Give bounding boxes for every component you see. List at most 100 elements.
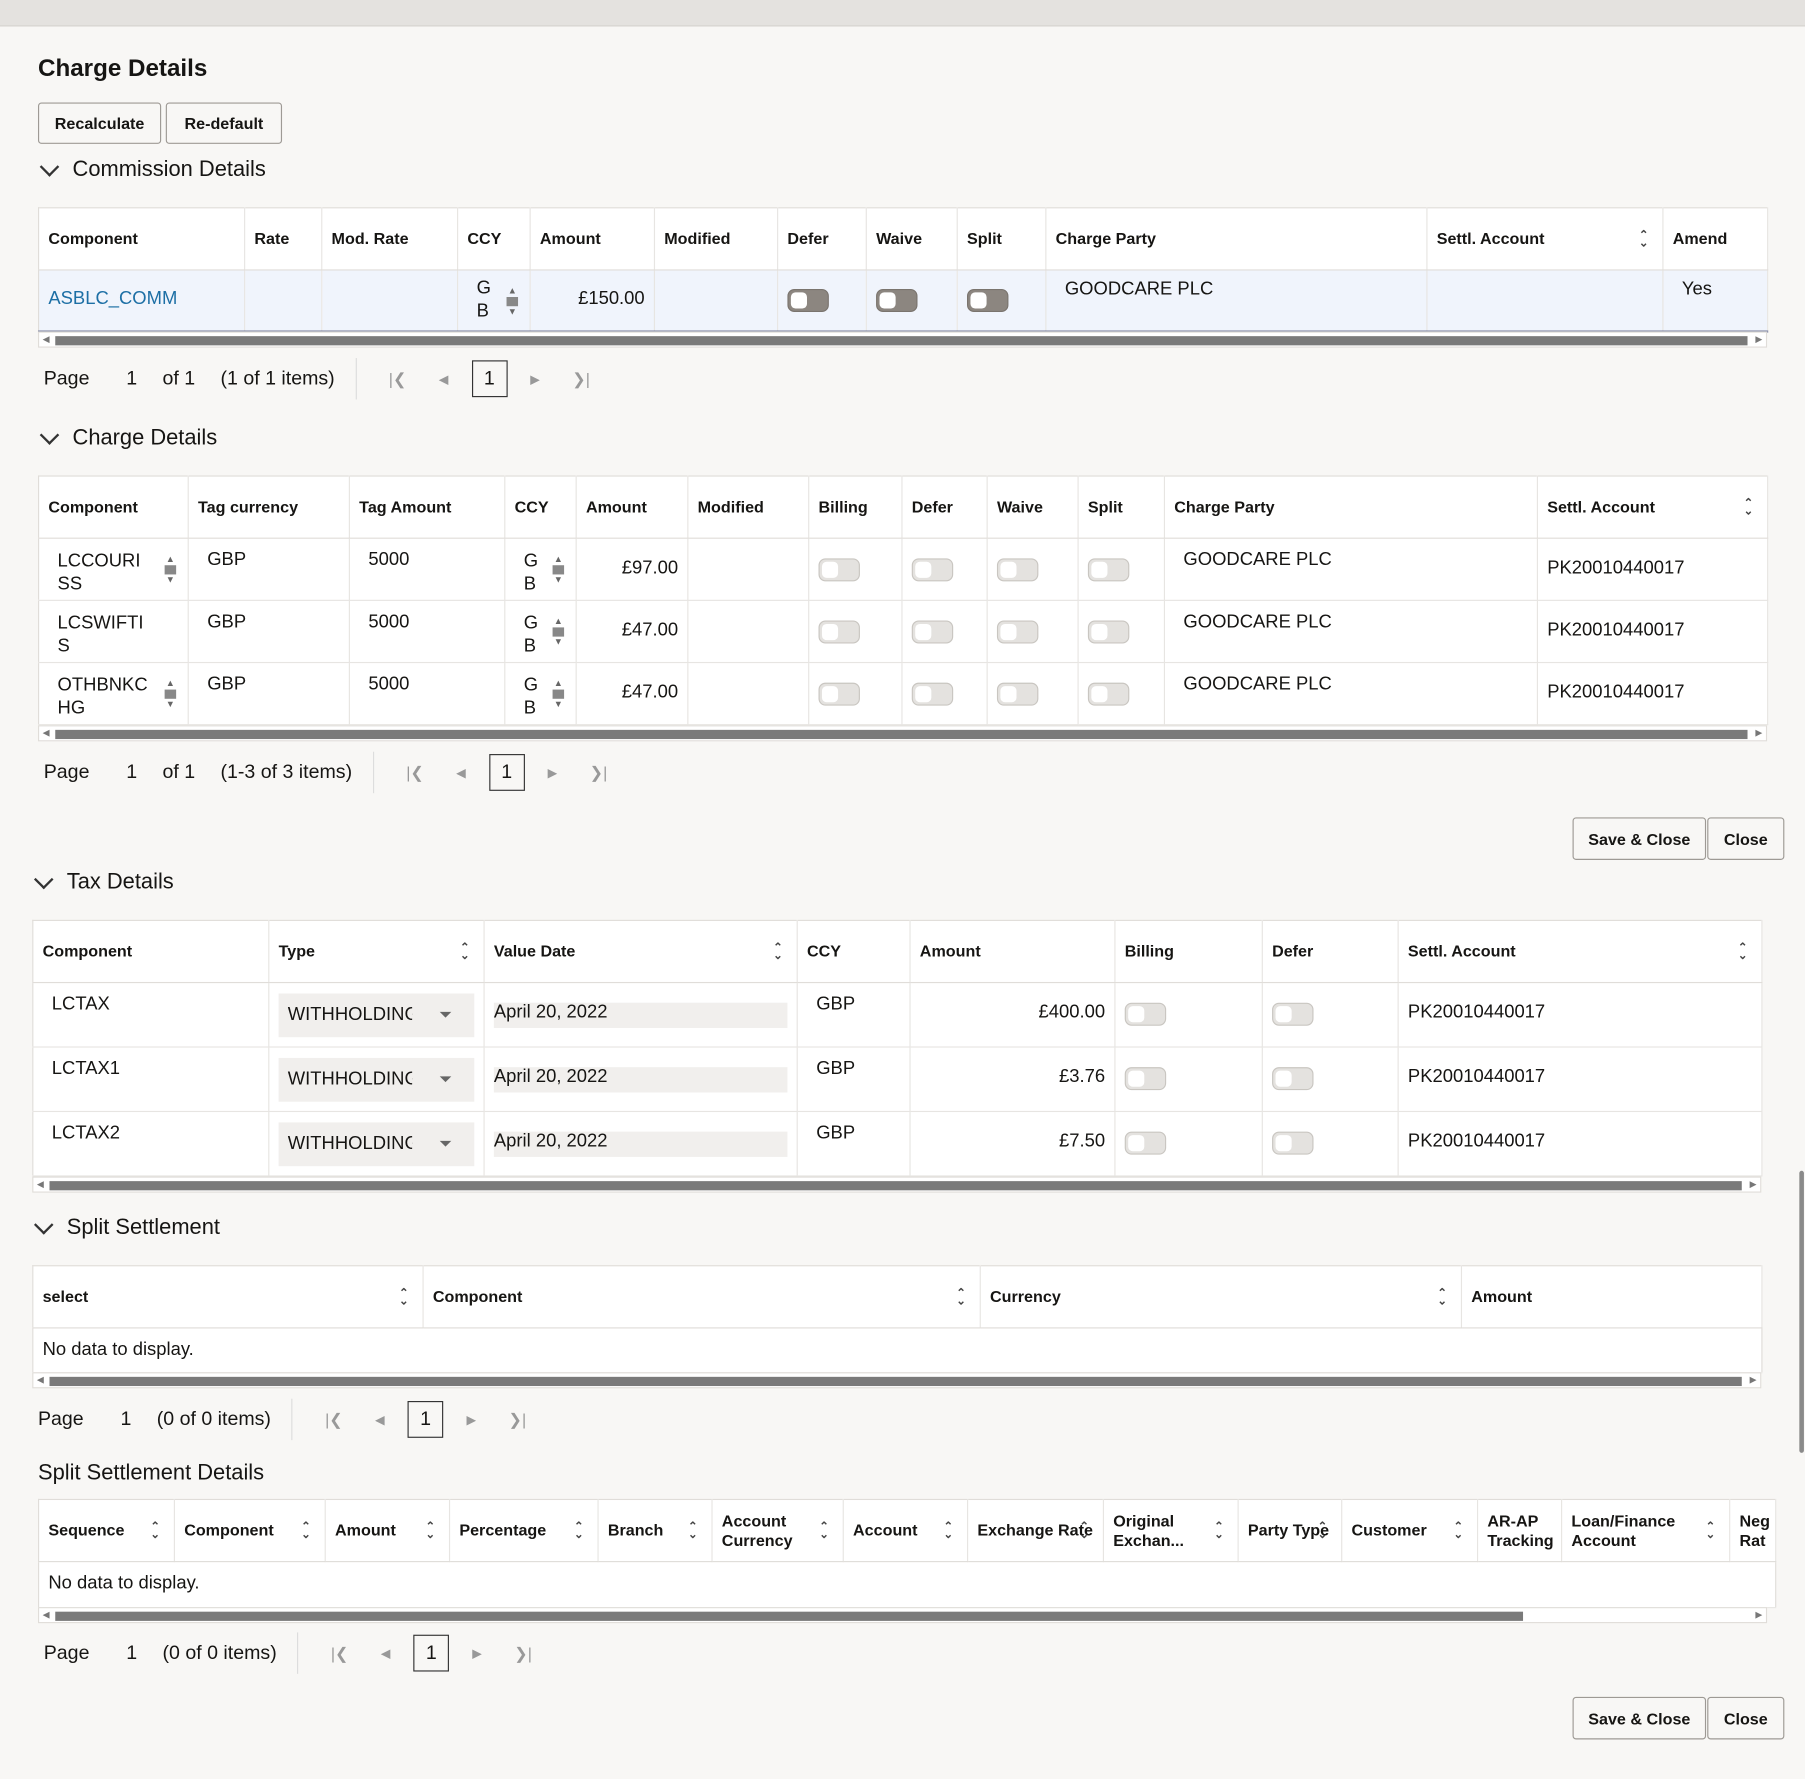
sort-icon[interactable]: ⌃ ⌄ <box>956 1287 966 1307</box>
billing-cell[interactable] <box>808 538 903 601</box>
value-date-cell[interactable]: April 20, 2022 <box>484 982 798 1048</box>
sort-icon[interactable]: ⌃ ⌄ <box>460 942 470 962</box>
scrollbar-thumb[interactable] <box>55 729 1748 740</box>
column-header[interactable]: Party Type ⌃ ⌄ <box>1238 1499 1343 1563</box>
toggle-switch[interactable] <box>996 682 1039 706</box>
type-cell[interactable]: WITHHOLDING <box>268 1111 485 1177</box>
next-page-button[interactable]: ▶ <box>466 1412 476 1427</box>
save-close-button-bottom[interactable]: Save & Close <box>1572 1696 1707 1740</box>
charge-section-toggle[interactable]: Charge Details <box>38 425 217 451</box>
defer-cell[interactable] <box>1262 982 1399 1048</box>
column-header[interactable]: Sequence ⌃ ⌄ <box>38 1499 175 1563</box>
first-page-button[interactable]: |❮ <box>325 1410 343 1430</box>
type-select[interactable]: WITHHOLDING <box>278 1122 475 1167</box>
value-date-field[interactable]: April 20, 2022 <box>493 1067 788 1093</box>
toggle-switch[interactable] <box>1272 1067 1314 1091</box>
spinner-icon[interactable]: ▲ ▼ <box>552 554 565 585</box>
spinner-icon[interactable]: ▲ ▼ <box>506 286 519 317</box>
scrollbar-thumb[interactable] <box>49 1376 1742 1387</box>
spinner-icon[interactable]: ▲ ▼ <box>552 679 565 709</box>
value-date-field[interactable]: April 20, 2022 <box>493 1131 788 1157</box>
billing-cell[interactable] <box>808 662 903 726</box>
horizontal-scrollbar[interactable]: ◀ ▶ <box>37 725 1768 742</box>
waive-cell[interactable] <box>987 662 1079 726</box>
last-page-button[interactable]: ❯| <box>514 1643 532 1663</box>
sort-icon[interactable]: ⌃ ⌄ <box>944 1521 954 1541</box>
column-header[interactable]: Currency ⌃ ⌄ <box>980 1265 1463 1329</box>
commission-section-toggle[interactable]: Commission Details <box>38 157 266 183</box>
billing-cell[interactable] <box>808 600 903 664</box>
sort-icon[interactable]: ⌃ ⌄ <box>773 942 783 962</box>
scroll-right-icon[interactable]: ▶ <box>1750 1179 1757 1189</box>
type-select[interactable]: WITHHOLDING <box>278 1057 475 1102</box>
toggle-switch[interactable] <box>818 558 860 582</box>
billing-cell[interactable] <box>1114 1111 1263 1177</box>
toggle-switch[interactable] <box>996 620 1039 644</box>
toggle-switch[interactable] <box>1087 558 1130 582</box>
billing-cell[interactable] <box>1114 1047 1263 1113</box>
type-cell[interactable]: WITHHOLDING <box>268 982 485 1048</box>
column-header[interactable]: Loan/Finance Account ⌃ ⌄ <box>1561 1499 1731 1563</box>
scroll-right-icon[interactable]: ▶ <box>1750 1375 1757 1385</box>
component-cell-value[interactable]: ASBLC_COMM <box>48 289 177 309</box>
horizontal-scrollbar[interactable]: ◀ ▶ <box>32 1372 1762 1389</box>
scroll-left-icon[interactable]: ◀ <box>43 728 50 738</box>
horizontal-scrollbar[interactable]: ◀ ▶ <box>37 1607 1768 1624</box>
prev-page-button[interactable]: ◀ <box>381 1646 391 1661</box>
scroll-left-icon[interactable]: ◀ <box>43 334 50 344</box>
sort-icon[interactable]: ⌃ ⌄ <box>688 1521 698 1541</box>
prev-page-button[interactable]: ◀ <box>375 1412 385 1427</box>
last-page-button[interactable]: ❯| <box>590 763 608 783</box>
current-page-button[interactable]: 1 <box>407 1401 444 1438</box>
first-page-button[interactable]: |❮ <box>331 1643 349 1663</box>
page-scrollbar[interactable] <box>1799 1170 1804 1453</box>
sort-icon[interactable]: ⌃ ⌄ <box>574 1521 584 1541</box>
toggle-switch[interactable] <box>1272 1131 1314 1155</box>
scroll-right-icon[interactable]: ▶ <box>1755 334 1762 344</box>
next-page-button[interactable]: ▶ <box>548 765 558 780</box>
column-header[interactable]: Branch ⌃ ⌄ <box>598 1499 713 1563</box>
column-header[interactable]: Settl. Account ⌃ ⌄ <box>1398 920 1763 984</box>
column-header[interactable]: Original Exchan... ⌃ ⌄ <box>1103 1499 1239 1563</box>
column-header[interactable]: select ⌃ ⌄ <box>32 1265 424 1329</box>
scroll-left-icon[interactable]: ◀ <box>37 1179 44 1189</box>
spinner-icon[interactable]: ▲ ▼ <box>164 679 177 709</box>
scroll-left-icon[interactable]: ◀ <box>37 1375 44 1385</box>
defer-cell[interactable] <box>1262 1111 1399 1177</box>
toggle-switch[interactable] <box>911 682 954 706</box>
toggle-switch[interactable] <box>967 288 1009 312</box>
spinner-icon[interactable]: ▲ ▼ <box>164 554 177 585</box>
waive-cell[interactable] <box>987 538 1079 601</box>
scroll-right-icon[interactable]: ▶ <box>1755 1609 1762 1619</box>
type-select[interactable]: WITHHOLDING <box>278 993 475 1038</box>
last-page-button[interactable]: ❯| <box>508 1410 526 1430</box>
next-page-button[interactable]: ▶ <box>530 371 540 386</box>
split-cell[interactable] <box>1078 538 1166 601</box>
toggle-switch[interactable] <box>876 288 918 312</box>
toggle-switch[interactable] <box>996 558 1039 582</box>
toggle-switch[interactable] <box>1124 1002 1167 1026</box>
horizontal-scrollbar[interactable]: ◀ ▶ <box>37 331 1768 348</box>
defer-cell[interactable] <box>1262 1047 1399 1113</box>
close-button-bottom[interactable]: Close <box>1707 1696 1785 1740</box>
close-button[interactable]: Close <box>1707 817 1785 860</box>
column-header[interactable]: Exchange Rate ⌃ ⌄ <box>967 1499 1105 1563</box>
table-row[interactable]: ASBLC_COMM G B ▲ ▼ £150.00 GOODCARE PLC Yes <box>38 269 1769 332</box>
split-cell[interactable] <box>1078 600 1166 664</box>
defer-cell[interactable] <box>901 662 988 726</box>
type-cell[interactable]: WITHHOLDING <box>268 1047 485 1113</box>
horizontal-scrollbar[interactable]: ◀ ▶ <box>32 1176 1762 1193</box>
scrollbar-thumb[interactable] <box>55 1611 1524 1621</box>
next-page-button[interactable]: ▶ <box>472 1646 482 1661</box>
toggle-switch[interactable] <box>911 558 954 582</box>
scroll-right-icon[interactable]: ▶ <box>1755 728 1762 738</box>
column-header[interactable]: Amount ⌃ ⌄ <box>325 1499 451 1563</box>
sort-icon[interactable]: ⌃ ⌄ <box>425 1521 435 1541</box>
waive-cell[interactable] <box>987 600 1079 664</box>
column-header[interactable]: Component ⌃ ⌄ <box>423 1265 981 1329</box>
column-header[interactable]: Value Date ⌃ ⌄ <box>484 920 798 984</box>
sort-icon[interactable]: ⌃ ⌄ <box>1706 1521 1716 1541</box>
sort-icon[interactable]: ⌃ ⌄ <box>399 1287 409 1307</box>
split-cell[interactable] <box>1078 662 1166 726</box>
billing-cell[interactable] <box>1114 982 1263 1048</box>
